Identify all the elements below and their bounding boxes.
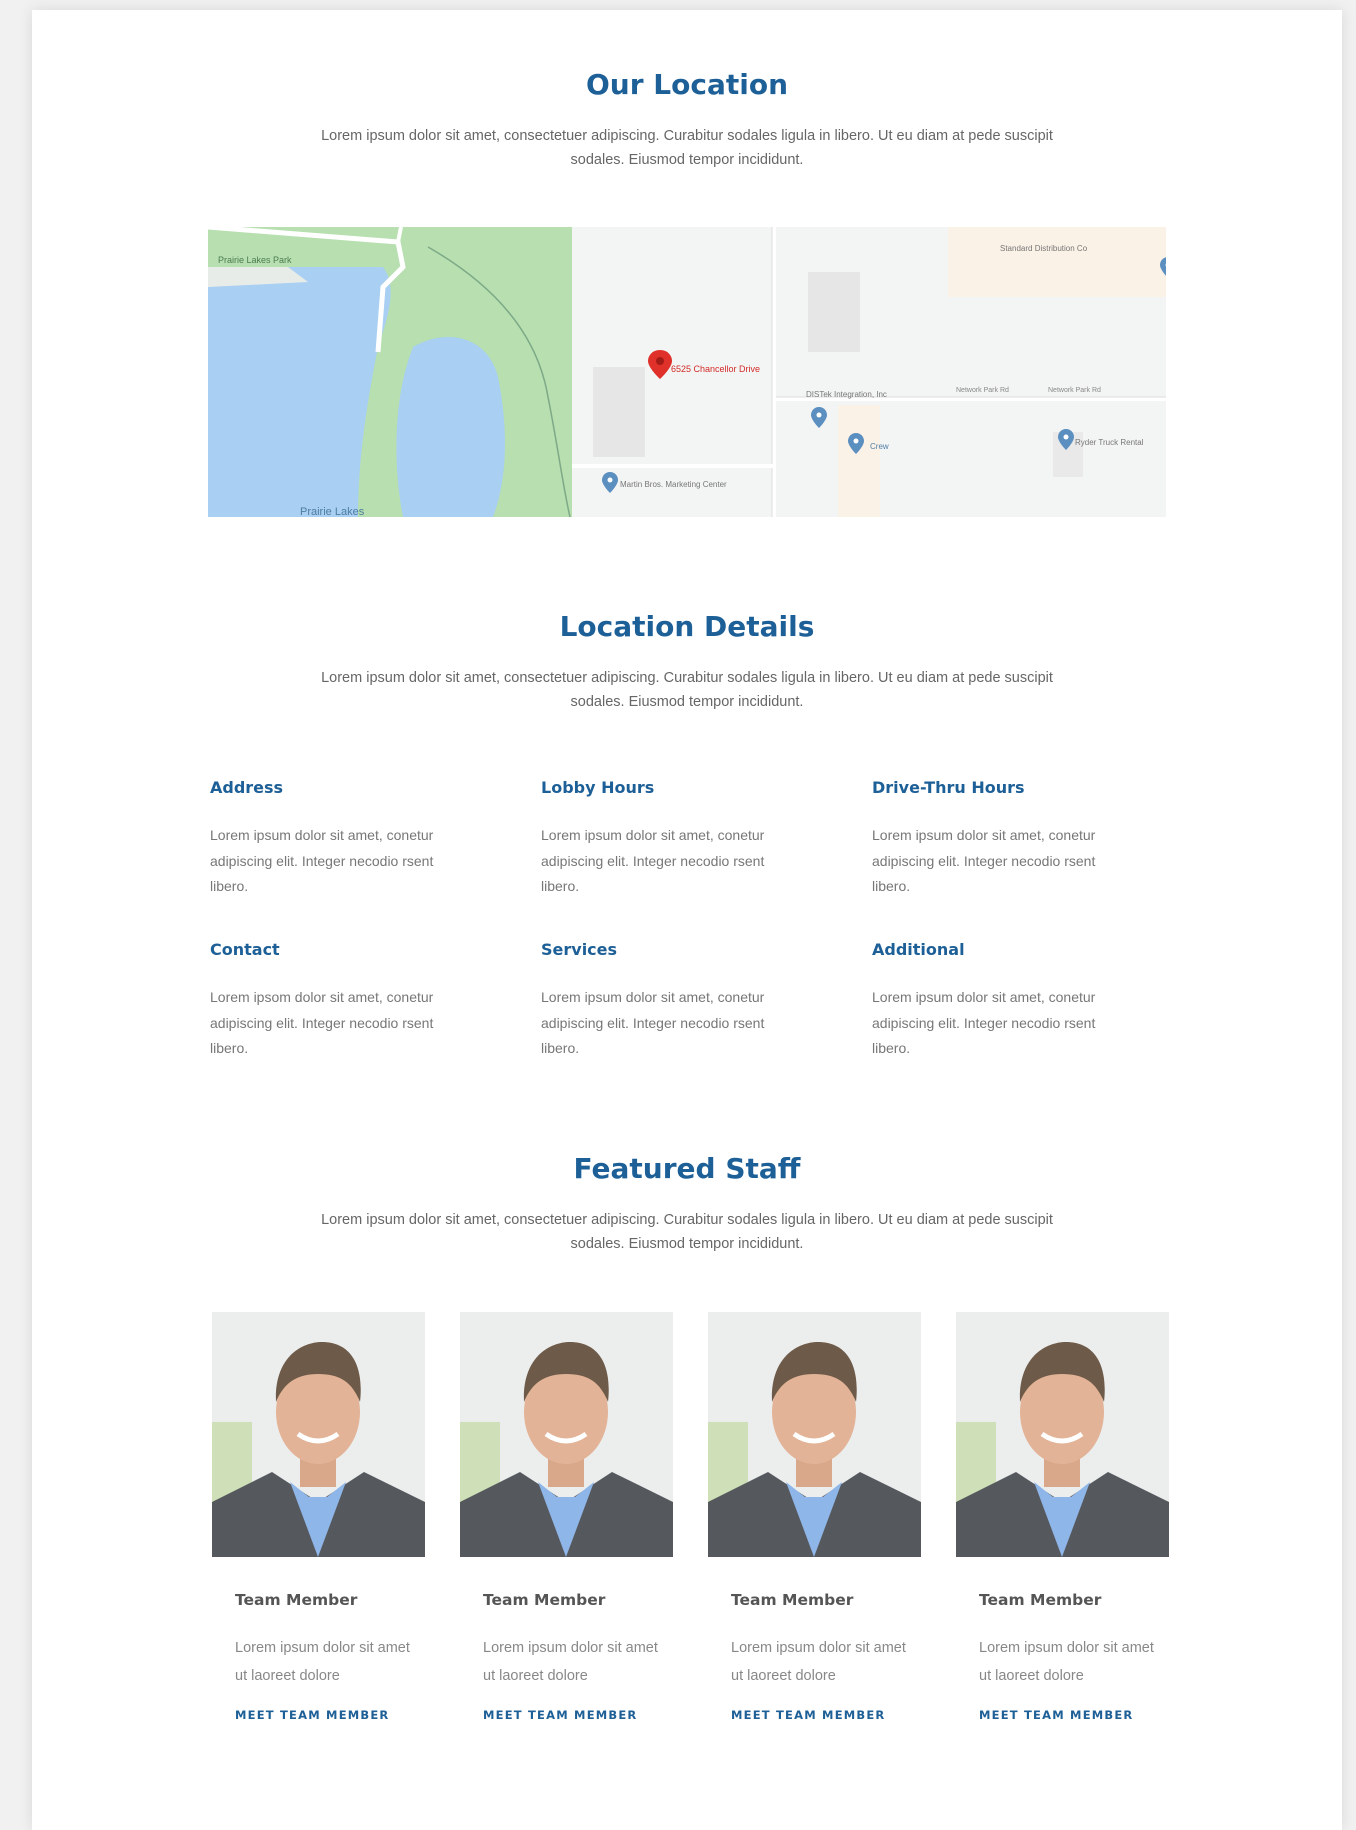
staff-photo [956,1312,1169,1557]
staff-intro: Lorem ipsum dolor sit amet, consectetuer… [321,1212,1053,1252]
details-title: Location Details [559,610,815,643]
detail-additional: Additional Lorem ipsum dolor sit amet, c… [872,940,1132,1062]
detail-contact: Contact Lorem ipsom dolor sit amet, cone… [210,940,470,1062]
street-label: Network Park Rd [956,387,1009,394]
detail-text: Lorem ipsum dolor sit amet, conetur adip… [210,827,434,894]
staff-name: Team Member [731,1591,854,1609]
location-title: Our Location [585,68,788,101]
detail-text: Lorem ipsum dolor sit amet, conetur adip… [541,989,765,1056]
place-label: Standard Distribution Co [1000,244,1088,253]
detail-heading: Contact [210,940,280,959]
place-label: DISTek Integration, Inc [806,390,887,399]
page-container: Our Location Lorem ipsum dolor sit amet,… [32,10,1342,1830]
place-label: Crew [870,442,889,451]
staff-text: Lorem ipsum dolor sit amet ut laoreet do… [979,1640,1154,1684]
detail-text: Lorem ipsum dolor sit amet, conetur adip… [872,827,1096,894]
detail-text: Lorem ipsum dolor sit amet, conetur adip… [541,827,765,894]
meet-team-member-link[interactable]: MEET TEAM MEMBER [483,1708,673,1722]
staff-photo [212,1312,425,1557]
detail-heading: Additional [872,940,965,959]
detail-address: Address Lorem ipsum dolor sit amet, cone… [210,778,470,900]
details-intro: Lorem ipsum dolor sit amet, consectetuer… [321,670,1053,710]
staff-title: Featured Staff [573,1152,801,1185]
detail-services: Services Lorem ipsum dolor sit amet, con… [541,940,801,1062]
place-label: Martin Bros. Marketing Center [620,480,727,489]
detail-heading: Drive-Thru Hours [872,778,1025,797]
detail-drive-thru-hours: Drive-Thru Hours Lorem ipsum dolor sit a… [872,778,1132,900]
staff-photo [460,1312,673,1557]
lake-label: Prairie Lakes [300,506,365,517]
staff-name: Team Member [483,1591,606,1609]
location-map[interactable]: Prairie Lakes Park Prairie Lakes Standar… [208,227,1166,517]
staff-card: Team Member Lorem ipsum dolor sit amet u… [708,1312,921,1722]
park-label: Prairie Lakes Park [218,255,292,265]
lake-right [396,337,505,517]
detail-heading: Lobby Hours [541,778,655,797]
staff-card: Team Member Lorem ipsum dolor sit amet u… [956,1312,1169,1722]
location-intro: Lorem ipsum dolor sit amet, consectetuer… [321,128,1053,168]
staff-card: Team Member Lorem ipsum dolor sit amet u… [212,1312,425,1722]
map-canvas[interactable]: Prairie Lakes Park Prairie Lakes Standar… [208,227,1166,517]
detail-text: Lorem ipsom dolor sit amet, conetur adip… [210,989,434,1056]
staff-photo [708,1312,921,1557]
staff-card: Team Member Lorem ipsum dolor sit amet u… [460,1312,673,1722]
staff-name: Team Member [979,1591,1102,1609]
meet-team-member-link[interactable]: MEET TEAM MEMBER [731,1708,921,1722]
meet-team-member-link[interactable]: MEET TEAM MEMBER [979,1708,1169,1722]
street-label: Network Park Rd [1048,387,1101,394]
staff-text: Lorem ipsum dolor sit amet ut laoreet do… [483,1640,658,1684]
detail-heading: Services [541,940,618,959]
staff-text: Lorem ipsum dolor sit amet ut laoreet do… [235,1640,410,1684]
detail-text: Lorem ipsum dolor sit amet, conetur adip… [872,989,1096,1056]
address-label: 6525 Chancellor Drive [671,364,760,374]
place-label: Ryder Truck Rental [1075,438,1144,447]
detail-lobby-hours: Lobby Hours Lorem ipsum dolor sit amet, … [541,778,801,900]
meet-team-member-link[interactable]: MEET TEAM MEMBER [235,1708,425,1722]
staff-text: Lorem ipsum dolor sit amet ut laoreet do… [731,1640,906,1684]
detail-heading: Address [210,778,284,797]
staff-name: Team Member [235,1591,358,1609]
